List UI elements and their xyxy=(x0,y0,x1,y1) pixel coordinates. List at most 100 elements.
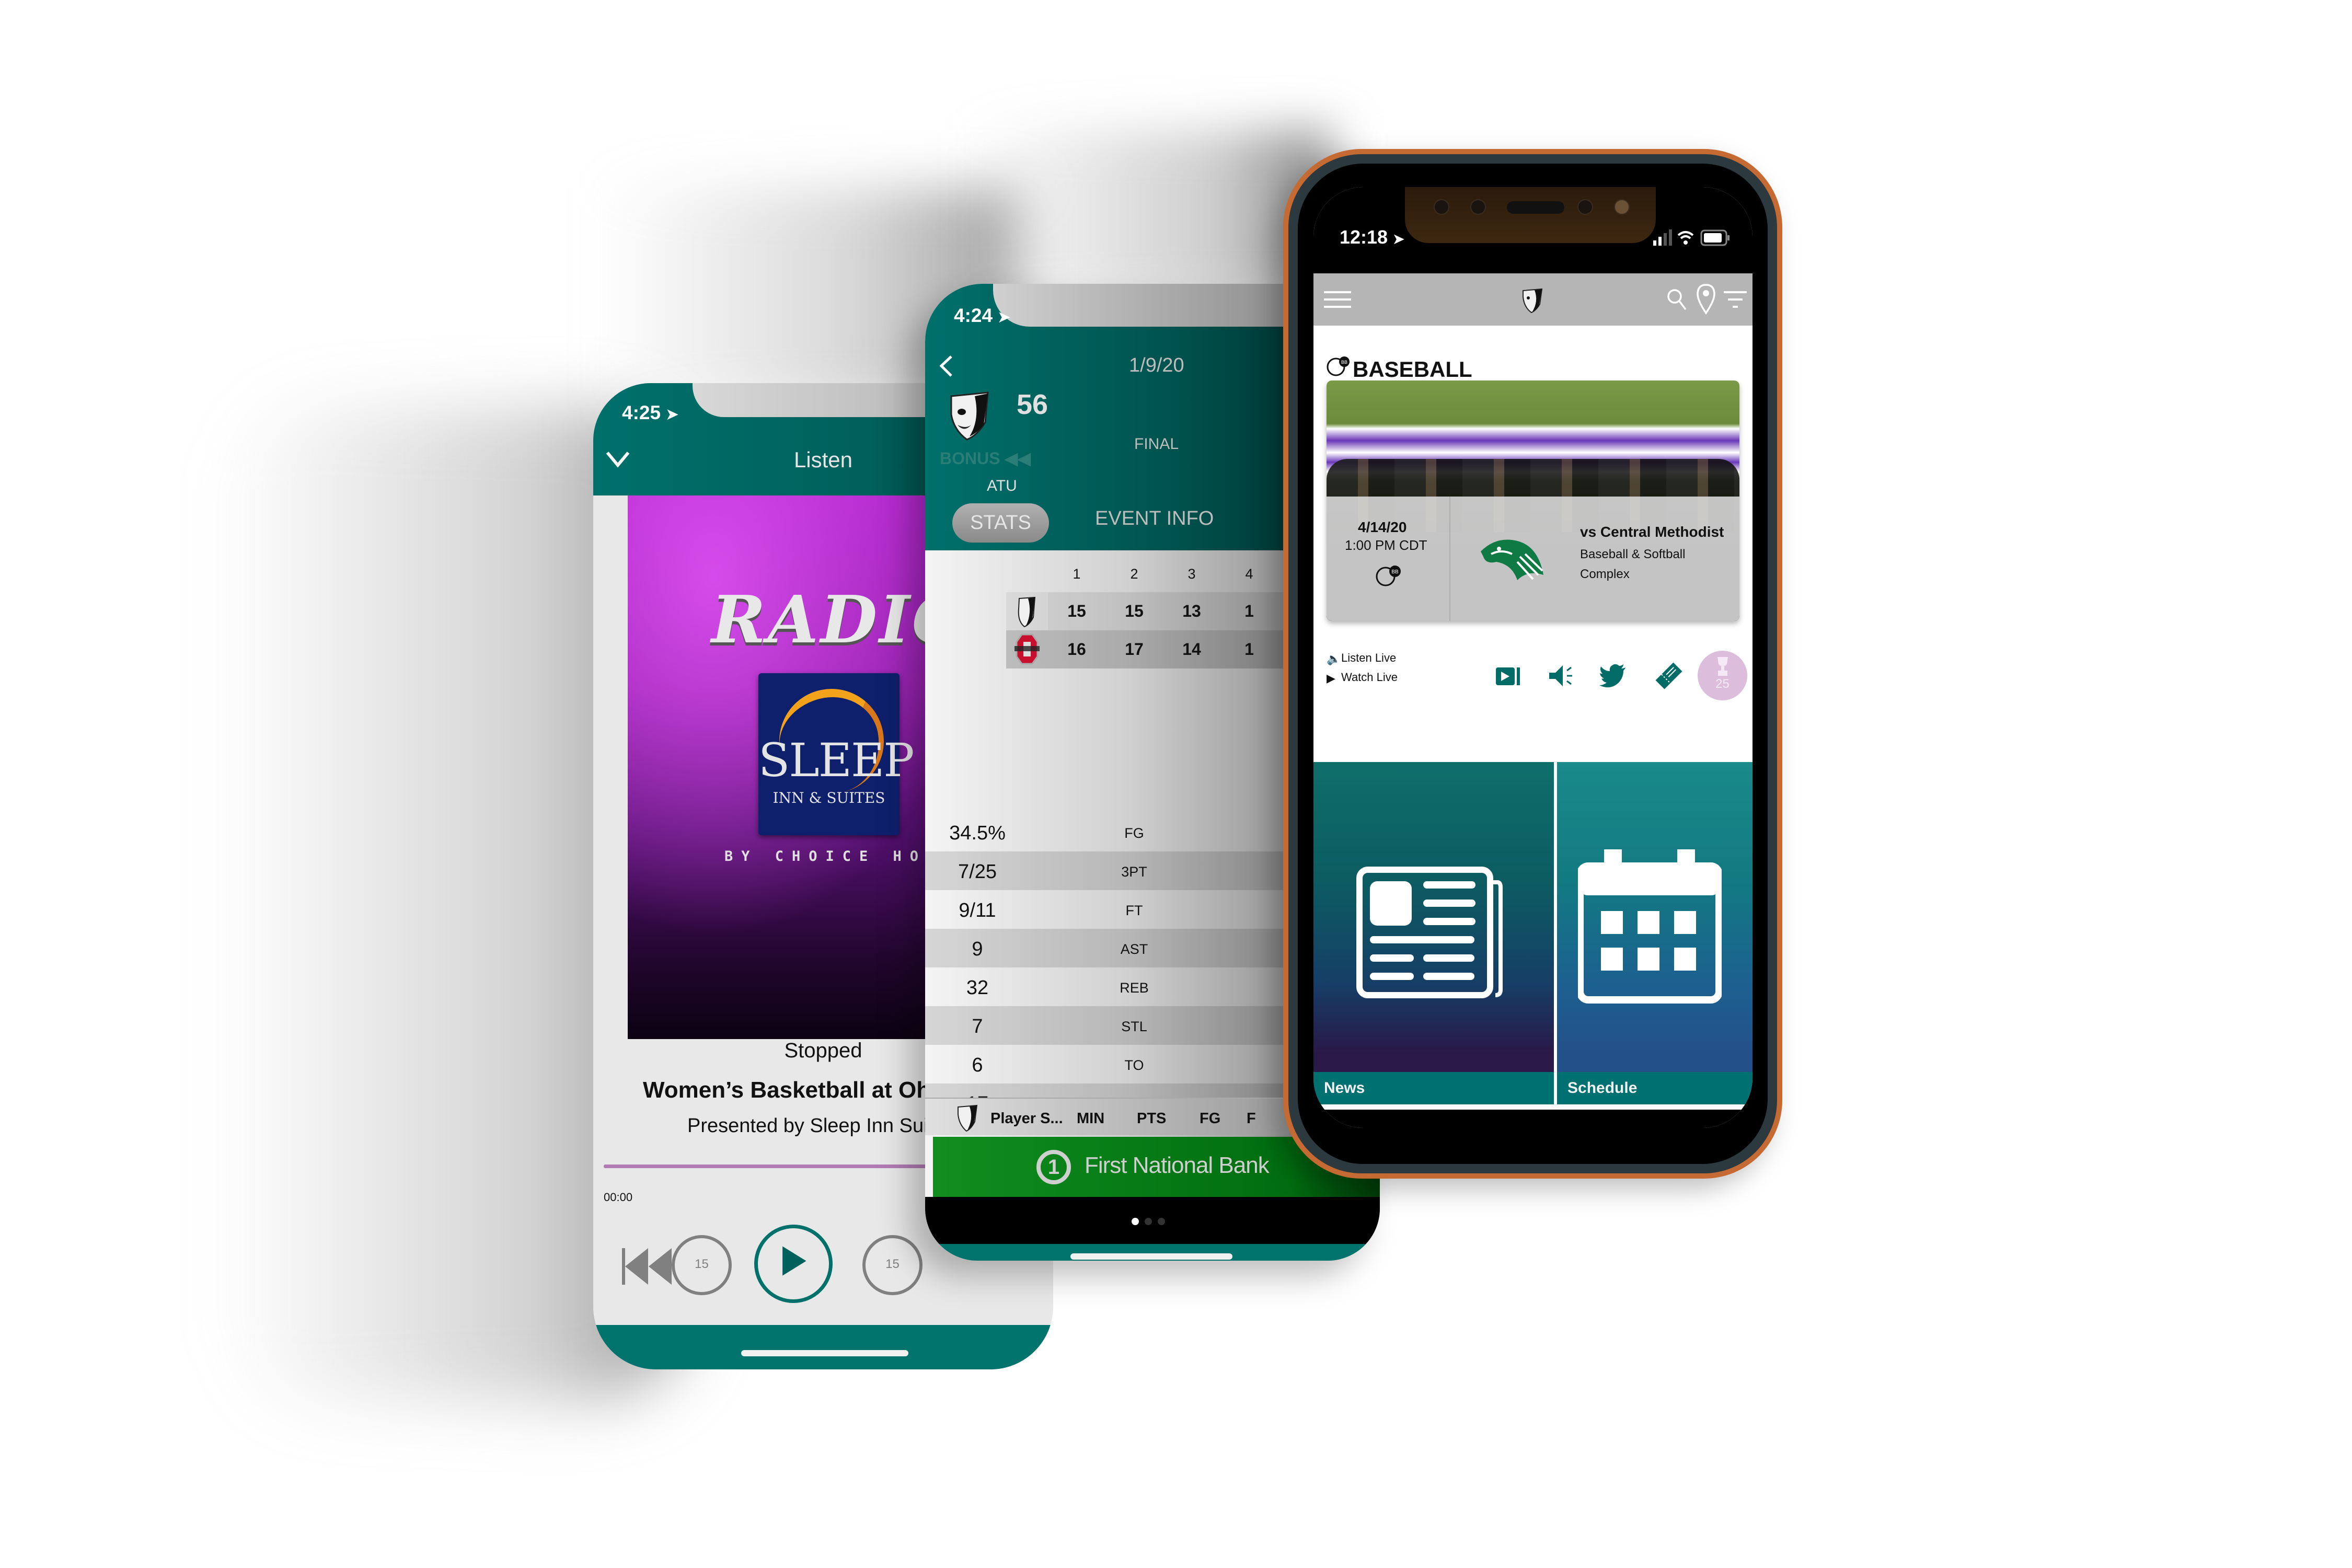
trophy-count-badge[interactable]: 25 xyxy=(1698,651,1747,700)
stat-value: 32 xyxy=(966,977,989,999)
column-header[interactable]: MIN xyxy=(1077,1110,1104,1127)
stat-label: STL xyxy=(1121,1019,1147,1034)
sponsor-sub: INN & SUITES xyxy=(773,789,885,806)
panda-logo-icon xyxy=(1006,592,1048,630)
baseball-icon: BB xyxy=(1327,356,1350,376)
trophy-icon xyxy=(1717,657,1728,676)
skip-back-label: 15 xyxy=(695,1257,709,1271)
page-dot[interactable] xyxy=(1145,1218,1152,1225)
track-title: Women’s Basketball at Ohio xyxy=(643,1077,951,1103)
filter-icon[interactable] xyxy=(1724,290,1747,310)
home-indicator[interactable] xyxy=(741,1350,908,1356)
listen-live-link[interactable]: 🔈Listen Live xyxy=(1327,651,1396,665)
rewind-icon[interactable] xyxy=(619,1246,677,1287)
baseball-icon: BB xyxy=(1376,566,1401,586)
skip-forward-label: 15 xyxy=(885,1257,900,1271)
tab-stats[interactable]: STATS xyxy=(952,503,1049,543)
panda-logo-icon[interactable] xyxy=(1520,286,1545,314)
page-dot[interactable] xyxy=(1132,1218,1139,1225)
location-arrow-icon: ➤ xyxy=(998,309,1010,325)
backdrop-shadow xyxy=(967,131,1333,303)
location-arrow-icon: ➤ xyxy=(666,406,678,422)
team-abbreviation: ATU xyxy=(987,477,1017,494)
column-header[interactable]: F xyxy=(1247,1110,1256,1127)
news-tile[interactable]: News xyxy=(1313,762,1554,1104)
tile-label: News xyxy=(1324,1079,1365,1097)
tile-label: Schedule xyxy=(1567,1079,1638,1097)
home-indicator[interactable] xyxy=(1070,1253,1232,1260)
tile-label-bar: News xyxy=(1313,1072,1554,1104)
play-icon xyxy=(782,1246,806,1276)
period-header: 2 xyxy=(1130,566,1138,582)
status-time: 4:25 ➤ xyxy=(622,402,678,423)
stat-value: 6 xyxy=(972,1054,983,1076)
status-icons xyxy=(1653,229,1730,246)
ticket-icon[interactable] xyxy=(1653,660,1685,691)
status-time: 4:24 ➤ xyxy=(954,305,1010,326)
skip-back-15-button[interactable]: 15 xyxy=(672,1235,732,1295)
period-header: 3 xyxy=(1187,566,1196,582)
calendar-icon xyxy=(1578,849,1722,1004)
stat-label: AST xyxy=(1120,941,1148,957)
column-header[interactable]: PTS xyxy=(1137,1110,1166,1127)
sponsor-name: First National Bank xyxy=(1085,1152,1270,1178)
event-time: 1:00 PM CDT xyxy=(1345,537,1427,553)
camera-icon xyxy=(1434,199,1449,215)
page-dot[interactable] xyxy=(1158,1218,1165,1225)
stat-value: 9 xyxy=(972,938,983,960)
event-card[interactable]: 4/14/20 1:00 PM CDT BB vs Central Method… xyxy=(1327,381,1739,621)
stat-label: 3PT xyxy=(1121,864,1147,880)
tab-event-info[interactable]: EVENT INFO xyxy=(1095,508,1214,530)
sponsor-brand: SLEEP xyxy=(758,733,914,787)
location-arrow-icon: ➤ xyxy=(1393,231,1404,247)
video-play-icon: ▶ xyxy=(1327,672,1335,685)
audio-icon[interactable] xyxy=(1546,660,1577,691)
search-icon[interactable] xyxy=(1666,288,1687,312)
ohio-state-logo-icon xyxy=(1014,633,1040,665)
bonus-arrows-icon: ◀◀ xyxy=(1005,449,1031,468)
event-opponent: vs Central Methodist xyxy=(1580,524,1724,540)
opponent-eagle-logo-icon xyxy=(1481,539,1543,580)
skip-forward-15-button[interactable]: 15 xyxy=(862,1235,923,1295)
wifi-icon xyxy=(1677,231,1694,239)
sensor-icon xyxy=(1470,199,1486,215)
linescore-value: 1 xyxy=(1244,602,1254,620)
top-nav-bar xyxy=(1313,273,1753,326)
bottom-bar xyxy=(593,1325,1053,1369)
bottom-bar xyxy=(1313,1110,1753,1128)
event-date: 4/14/20 xyxy=(1358,519,1407,535)
page-indicator[interactable] xyxy=(925,1197,1380,1245)
linescore-value: 15 xyxy=(1125,602,1144,620)
sensor-icon xyxy=(1614,199,1630,215)
watch-live-link[interactable]: ▶ Watch Live xyxy=(1327,671,1398,685)
back-chevron-icon[interactable] xyxy=(938,354,954,378)
camera-icon xyxy=(1577,199,1593,215)
event-info-panel: 4/14/20 1:00 PM CDT BB vs Central Method… xyxy=(1327,497,1739,621)
stat-value: 34.5% xyxy=(949,822,1006,844)
column-header[interactable]: FG xyxy=(1200,1110,1220,1127)
hamburger-menu-icon[interactable] xyxy=(1324,289,1353,310)
status-time: 12:18 ➤ xyxy=(1340,226,1404,248)
map-pin-icon[interactable] xyxy=(1697,284,1715,315)
speaker-icon: 🔈 xyxy=(1327,652,1341,665)
schedule-tile[interactable]: Schedule xyxy=(1557,762,1753,1104)
twitter-icon[interactable] xyxy=(1598,660,1630,691)
column-header[interactable]: Player S... xyxy=(990,1110,1063,1127)
svg-text:BB: BB xyxy=(1391,569,1399,575)
tile-label-bar: Schedule xyxy=(1557,1072,1753,1104)
bonus-indicator: BONUS ◀◀ xyxy=(940,449,1031,468)
play-button[interactable] xyxy=(754,1225,833,1303)
game-date: 1/9/20 xyxy=(1129,354,1184,376)
panda-logo-icon xyxy=(958,1104,978,1132)
newspaper-icon xyxy=(1356,867,1503,998)
signal-icon xyxy=(1653,229,1672,246)
video-icon[interactable] xyxy=(1494,660,1525,691)
stat-label: FT xyxy=(1125,903,1143,918)
game-status: FINAL xyxy=(1134,435,1179,453)
stat-label: FG xyxy=(1124,825,1144,841)
linescore-value: 1 xyxy=(1244,640,1254,659)
trophy-count: 25 xyxy=(1715,677,1730,691)
event-venue: Baseball & Softball Complex xyxy=(1580,547,1686,581)
home-score: 56 xyxy=(1017,389,1048,420)
period-header: 4 xyxy=(1245,566,1253,582)
